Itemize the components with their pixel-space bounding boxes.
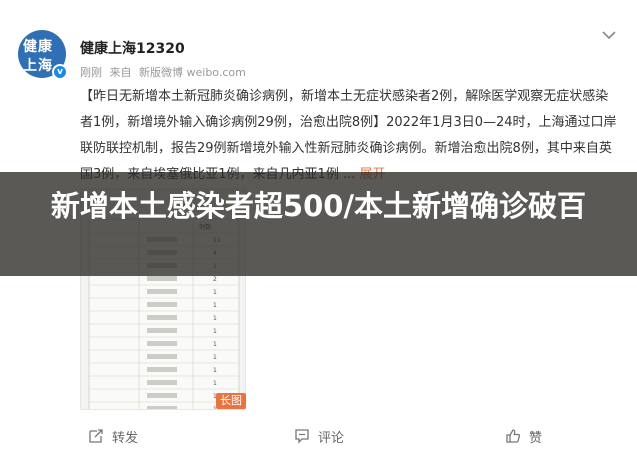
- table-cell-count: 1: [213, 289, 217, 296]
- headline-text: 新增本土感染者超500/本土新增确诊破百: [0, 187, 637, 225]
- post-time: 刚刚: [80, 66, 102, 79]
- comment-icon: [295, 429, 309, 444]
- source-prefix: 来自: [109, 66, 132, 79]
- thumbs-up-icon: [506, 429, 521, 443]
- headline: 新增本土感染者超500/本土新增确诊破百: [50, 189, 587, 223]
- table-cell-count: 1: [213, 367, 217, 374]
- post-text-body: 【昨日无新增本土新冠肺炎确诊病例，新增本土无症状感染者2例，解除医学观察无症状感…: [80, 89, 617, 182]
- verified-badge: v: [52, 64, 68, 80]
- share-button[interactable]: 转发: [88, 426, 138, 446]
- long-image-tag: 长图: [216, 393, 246, 409]
- like-label: 赞: [529, 430, 543, 446]
- author-name[interactable]: 健康上海12320: [80, 38, 185, 58]
- table-cell-count: 1: [213, 328, 217, 335]
- chevron-down-icon[interactable]: [600, 27, 618, 41]
- comment-button[interactable]: 评论: [294, 426, 344, 446]
- table-cell-count: 1: [213, 315, 217, 322]
- table-cell-count: 1: [213, 380, 217, 387]
- avatar-text-line1: 健康: [23, 39, 53, 55]
- avatar-text-line2: 上海: [23, 58, 53, 74]
- table-cell-count: 1: [213, 341, 217, 348]
- share-icon: [89, 429, 103, 443]
- action-bar: 转发 评论 赞: [0, 418, 637, 450]
- post-meta: 刚刚 来自 新版微博 weibo.com: [80, 64, 250, 80]
- table-cell-count: 2: [213, 276, 217, 283]
- comment-label: 评论: [318, 430, 345, 446]
- share-label: 转发: [112, 430, 139, 446]
- like-button[interactable]: 赞: [505, 426, 542, 446]
- table-cell-count: 1: [213, 302, 217, 309]
- post-source[interactable]: 新版微博 weibo.com: [139, 66, 246, 79]
- table-cell-count: 1: [213, 354, 217, 361]
